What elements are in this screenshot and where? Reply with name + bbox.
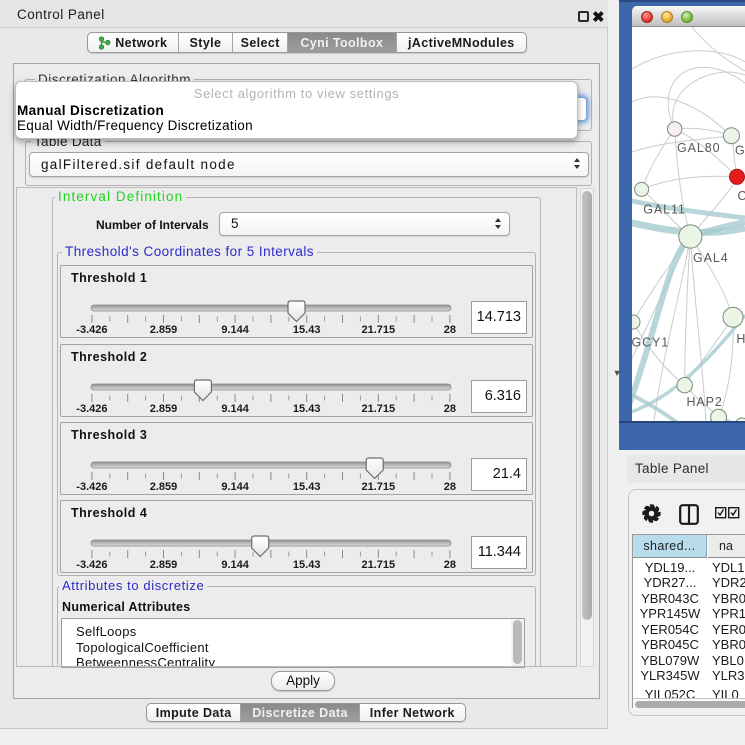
svg-text:GAL11: GAL11: [643, 203, 686, 217]
svg-text:GA: GA: [735, 144, 745, 158]
svg-text:GAL4: GAL4: [693, 251, 729, 265]
svg-text:H: H: [736, 332, 745, 346]
svg-text:HAP2: HAP2: [687, 395, 723, 409]
svg-text:GCY1: GCY1: [632, 336, 669, 350]
svg-text:GAL80: GAL80: [677, 141, 720, 155]
svg-text:C: C: [738, 189, 745, 203]
